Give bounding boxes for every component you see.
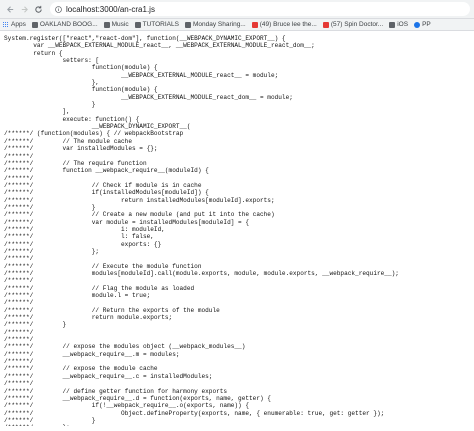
code-line: var __WEBPACK_EXTERNAL_MODULE_react__, _… bbox=[4, 42, 315, 50]
code-line: ], bbox=[4, 108, 70, 116]
bookmark-pp[interactable]: PP bbox=[414, 21, 431, 28]
folder-icon bbox=[31, 21, 38, 28]
bookmarks-bar: Apps OAKLAND BOOG... Music TUTORIALS Mon… bbox=[0, 19, 474, 31]
bookmark-label: (49) Bruce lee the... bbox=[259, 21, 317, 28]
code-line: /******/ bbox=[4, 277, 34, 285]
apps-grid-icon bbox=[3, 21, 9, 28]
code-line: setters: [ bbox=[4, 57, 100, 65]
code-line: /******/ bbox=[4, 328, 34, 336]
url-text: localhost:3000/an-cra1.js bbox=[66, 4, 155, 14]
code-line: /******/ // expose the modules object (_… bbox=[4, 343, 246, 351]
code-line: /******/ // Return the exports of the mo… bbox=[4, 306, 220, 314]
folder-icon bbox=[134, 21, 141, 28]
youtube-icon bbox=[251, 21, 258, 28]
source-code-view: System.register(["react","react-dom"], f… bbox=[0, 31, 474, 426]
bookmark-oakland[interactable]: OAKLAND BOOG... bbox=[31, 21, 98, 28]
back-button[interactable] bbox=[4, 3, 17, 16]
code-line: /******/ // Execute the module function bbox=[4, 262, 202, 270]
code-line: /******/ // The module cache bbox=[4, 137, 132, 145]
bookmark-tutorials[interactable]: TUTORIALS bbox=[134, 21, 179, 28]
code-line: /******/ bbox=[4, 336, 34, 344]
code-line: System.register(["react","react-dom"], f… bbox=[4, 35, 286, 42]
code-line: /******/ bbox=[4, 255, 34, 263]
code-line: function(module) { bbox=[4, 86, 158, 94]
code-line: /******/ module.l = true; bbox=[4, 292, 151, 300]
arrow-right-icon bbox=[21, 5, 28, 13]
code-line: /******/ bbox=[4, 358, 34, 366]
code-line: /******/ }; bbox=[4, 247, 100, 255]
code-line: /******/ }; bbox=[4, 424, 474, 426]
bookmark-apps[interactable]: Apps bbox=[3, 21, 26, 28]
folder-icon bbox=[184, 21, 191, 28]
code-line: /******/ // Flag the module as loaded bbox=[4, 284, 195, 292]
reload-icon bbox=[35, 5, 42, 13]
code-line: /******/ return module.exports; bbox=[4, 314, 173, 322]
pp-icon bbox=[414, 21, 421, 28]
code-line: /******/ __webpack_require__.m = modules… bbox=[4, 350, 180, 358]
bookmark-label: OAKLAND BOOG... bbox=[39, 21, 98, 28]
reload-button[interactable] bbox=[32, 3, 45, 16]
code-line: /******/ if(installedModules[moduleId]) … bbox=[4, 189, 209, 197]
code-line: /******/ // define getter function for h… bbox=[4, 387, 228, 395]
code-line: return { bbox=[4, 49, 63, 57]
bookmark-monday-sharing[interactable]: Monday Sharing... bbox=[184, 21, 246, 28]
bookmark-label: Apps bbox=[11, 21, 26, 28]
browser-toolbar: localhost:3000/an-cra1.js bbox=[0, 0, 474, 19]
code-line: /******/ // expose the module cache bbox=[4, 365, 158, 373]
code-line: /******/ if(!__webpack_require__.o(expor… bbox=[4, 402, 250, 410]
code-line: __WEBPACK_EXTERNAL_MODULE_react_dom__ = … bbox=[4, 93, 293, 101]
code-line: __WEBPACK_DYNAMIC_EXPORT__( bbox=[4, 123, 191, 131]
code-line: /******/ (function(modules) { // webpack… bbox=[4, 130, 184, 138]
bookmark-label: Music bbox=[111, 21, 129, 28]
code-line: /******/ function __webpack_require__(mo… bbox=[4, 167, 209, 175]
bookmark-label: (57) Spin Doctor... bbox=[330, 21, 384, 28]
bookmark-ios[interactable]: iOS bbox=[389, 21, 408, 28]
code-line: /******/ var installedModules = {}; bbox=[4, 145, 158, 153]
code-line: /******/ return installedModules[moduleI… bbox=[4, 196, 275, 204]
code-line: /******/ var module = installedModules[m… bbox=[4, 218, 250, 226]
code-line: /******/ __webpack_require__.d = functio… bbox=[4, 394, 271, 402]
code-line: /******/ } bbox=[4, 321, 67, 329]
bookmark-label: PP bbox=[422, 21, 431, 28]
code-line: /******/ } bbox=[4, 416, 96, 424]
code-line: /******/ exports: {} bbox=[4, 240, 162, 248]
bookmark-spin-doctor[interactable]: (57) Spin Doctor... bbox=[322, 21, 384, 28]
code-line: /******/ __webpack_require__.c = install… bbox=[4, 372, 213, 380]
info-icon[interactable] bbox=[55, 5, 62, 13]
code-line: /******/ Object.defineProperty(exports, … bbox=[4, 409, 385, 417]
address-bar[interactable]: localhost:3000/an-cra1.js bbox=[50, 2, 470, 16]
code-line: /******/ bbox=[4, 299, 34, 307]
code-line: /******/ } bbox=[4, 203, 96, 211]
code-line: /******/ bbox=[4, 152, 34, 160]
code-line: /******/ // The require function bbox=[4, 159, 147, 167]
arrow-left-icon bbox=[7, 5, 14, 13]
code-line: /******/ i: moduleId, bbox=[4, 225, 165, 233]
code-line: /******/ // Create a new module (and put… bbox=[4, 211, 275, 219]
bookmark-label: Monday Sharing... bbox=[192, 21, 246, 28]
code-line: execute: function() { bbox=[4, 115, 140, 123]
bookmark-music[interactable]: Music bbox=[103, 21, 129, 28]
code-line: /******/ modules[moduleId].call(module.e… bbox=[4, 270, 399, 277]
code-line: } bbox=[4, 101, 96, 109]
code-line: /******/ bbox=[4, 174, 34, 182]
code-line: function(module) { bbox=[4, 64, 158, 72]
bookmark-label: iOS bbox=[397, 21, 409, 28]
code-line: /******/ bbox=[4, 380, 34, 388]
code-line: /******/ l: false, bbox=[4, 233, 154, 241]
code-line: __WEBPACK_EXTERNAL_MODULE_react__ = modu… bbox=[4, 71, 279, 79]
code-line: /******/ // Check if module is in cache bbox=[4, 181, 202, 189]
bookmark-label: TUTORIALS bbox=[142, 21, 179, 28]
youtube-icon bbox=[322, 21, 329, 28]
folder-icon bbox=[389, 21, 396, 28]
code-line: }, bbox=[4, 79, 100, 87]
forward-button[interactable] bbox=[18, 3, 31, 16]
bookmark-bruce-lee[interactable]: (49) Bruce lee the... bbox=[251, 21, 317, 28]
folder-icon bbox=[103, 21, 110, 28]
